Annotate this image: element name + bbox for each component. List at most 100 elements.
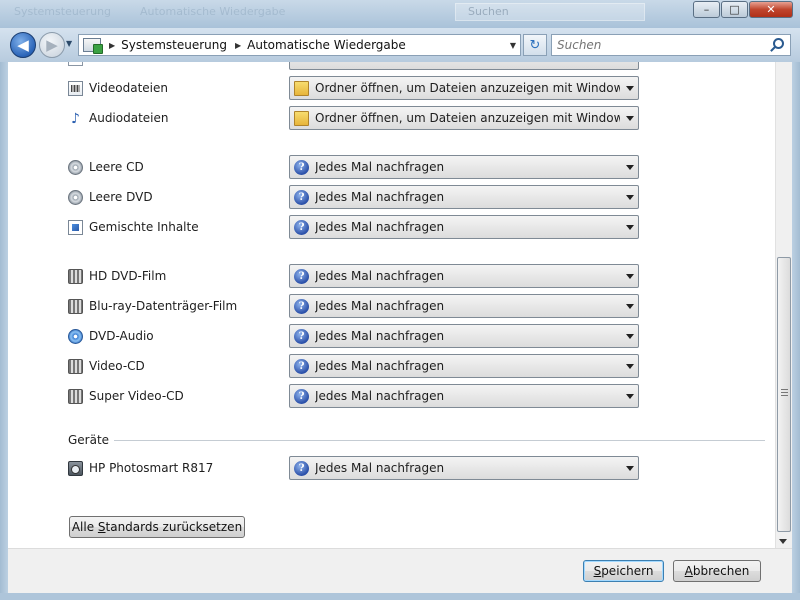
list-item-blu-ray-film: Blu-ray-Datenträger-Film ? Jedes Mal nac… xyxy=(8,294,775,320)
ghost-title-text: Automatische Wiedergabe xyxy=(140,5,286,18)
list-item-hidden xyxy=(8,62,775,72)
disc-icon xyxy=(68,160,83,175)
film-disc-icon xyxy=(68,299,83,314)
search-input[interactable] xyxy=(552,35,762,55)
scrollbar-grip-icon xyxy=(781,389,788,396)
list-item-leere-cd: Leere CD ? Jedes Mal nachfragen xyxy=(8,155,775,181)
audio-note-icon: ♪ xyxy=(71,110,80,127)
dialog-button-bar: Speichern Abbrechen xyxy=(8,548,792,593)
list-item-video-cd: Video-CD ? Jedes Mal nachfragen xyxy=(8,354,775,380)
action-select[interactable]: ? Jedes Mal nachfragen xyxy=(289,456,639,480)
action-select[interactable]: ? Jedes Mal nachfragen xyxy=(289,215,639,239)
reset-label-pre: Alle xyxy=(71,520,98,534)
search-box[interactable] xyxy=(551,34,791,56)
breadcrumb-autoplay[interactable]: Automatische Wiedergabe xyxy=(247,38,406,52)
vertical-scrollbar[interactable] xyxy=(775,62,792,548)
selected-action: Jedes Mal nachfragen xyxy=(315,220,445,234)
action-select[interactable]: Ordner öffnen, um Dateien anzuzeigen mit… xyxy=(289,76,639,100)
dropdown-arrow-icon xyxy=(626,86,634,91)
window-controls: – □ ✕ xyxy=(692,1,793,18)
reset-label-post: tandards zurücksetzen xyxy=(105,520,243,534)
selected-action: Jedes Mal nachfragen xyxy=(315,160,445,174)
device-label: HP Photosmart R817 xyxy=(89,461,214,475)
refresh-button[interactable]: ↻ xyxy=(523,34,547,56)
camera-icon xyxy=(68,461,83,476)
film-disc-icon xyxy=(68,359,83,374)
film-document-icon xyxy=(68,81,83,96)
dropdown-arrow-icon xyxy=(626,394,634,399)
list-item-leere-dvd: Leere DVD ? Jedes Mal nachfragen xyxy=(8,185,775,211)
selected-action: Jedes Mal nachfragen xyxy=(315,269,445,283)
recent-pages-dropdown[interactable]: ▼ xyxy=(66,39,72,48)
mixed-content-icon xyxy=(68,220,83,235)
selected-action: Ordner öffnen, um Dateien anzuzeigen mit… xyxy=(315,111,620,125)
media-type-label: Blu-ray-Datenträger-Film xyxy=(89,299,238,313)
forward-button[interactable]: ▶ xyxy=(39,32,65,58)
selected-action: Jedes Mal nachfragen xyxy=(315,190,445,204)
media-type-label: Super Video-CD xyxy=(89,389,184,403)
help-icon: ? xyxy=(294,358,309,374)
action-select[interactable]: ? Jedes Mal nachfragen xyxy=(289,384,639,408)
save-button[interactable]: Speichern xyxy=(583,560,664,582)
media-type-label: Leere CD xyxy=(89,160,144,174)
cancel-label-post: bbrechen xyxy=(692,564,750,578)
ghost-search-text: Suchen xyxy=(455,3,645,21)
disc-icon xyxy=(68,190,83,205)
folder-icon xyxy=(294,110,309,126)
breadcrumb-systemsteuerung[interactable]: Systemsteuerung xyxy=(121,38,227,52)
dropdown-arrow-icon xyxy=(626,466,634,471)
media-type-label: Leere DVD xyxy=(89,190,153,204)
dropdown-arrow-icon xyxy=(626,225,634,230)
list-item-hd-dvd-film: HD DVD-Film ? Jedes Mal nachfragen xyxy=(8,264,775,290)
media-type-label: Videodateien xyxy=(89,81,169,95)
list-item-gemischte-inhalte: Gemischte Inhalte ? Jedes Mal nachfragen xyxy=(8,215,775,241)
action-select[interactable]: ? Jedes Mal nachfragen xyxy=(289,185,639,209)
devices-section-header: Geräte xyxy=(68,433,110,447)
cancel-button[interactable]: Abbrechen xyxy=(673,560,761,582)
close-button[interactable]: ✕ xyxy=(749,1,793,18)
selected-action: Jedes Mal nachfragen xyxy=(315,359,445,373)
dropdown-arrow-icon xyxy=(626,116,634,121)
section-divider xyxy=(114,440,765,441)
control-panel-icon xyxy=(83,38,103,54)
action-select[interactable]: ? Jedes Mal nachfragen xyxy=(289,324,639,348)
action-select[interactable]: ? Jedes Mal nachfragen xyxy=(289,155,639,179)
search-icon[interactable] xyxy=(773,38,784,49)
dropdown-arrow-icon xyxy=(626,304,634,309)
media-type-label: HD DVD-Film xyxy=(89,269,167,283)
help-icon: ? xyxy=(294,219,309,235)
list-item-videodateien: Videodateien Ordner öffnen, um Dateien a… xyxy=(8,76,775,102)
list-item-device: HP Photosmart R817 ? Jedes Mal nachfrage… xyxy=(8,456,775,482)
address-bar[interactable]: ▶ Systemsteuerung ▶ Automatische Wiederg… xyxy=(78,34,521,56)
audio-disc-icon xyxy=(68,329,83,344)
address-dropdown-icon[interactable]: ▼ xyxy=(510,41,516,50)
help-icon: ? xyxy=(294,328,309,344)
action-select[interactable]: Ordner öffnen, um Dateien anzuzeigen mit… xyxy=(289,106,639,130)
selected-action: Ordner öffnen, um Dateien anzuzeigen mit… xyxy=(315,81,620,95)
dropdown-arrow-icon xyxy=(626,364,634,369)
back-button[interactable]: ◀ xyxy=(10,32,36,58)
reset-defaults-button[interactable]: Alle Standards zurücksetzen xyxy=(69,516,245,538)
scroll-down-arrow-icon[interactable] xyxy=(779,539,787,544)
reset-label-key: S xyxy=(97,520,106,534)
save-label-key: S xyxy=(593,564,602,578)
autoplay-settings-list: Videodateien Ordner öffnen, um Dateien a… xyxy=(8,62,775,548)
list-item-dvd-audio: DVD-Audio ? Jedes Mal nachfragen xyxy=(8,324,775,350)
action-select[interactable] xyxy=(289,62,639,70)
media-type-label: Gemischte Inhalte xyxy=(89,220,199,234)
breadcrumb-separator-icon[interactable]: ▶ xyxy=(109,41,115,50)
action-select[interactable]: ? Jedes Mal nachfragen xyxy=(289,264,639,288)
action-select[interactable]: ? Jedes Mal nachfragen xyxy=(289,354,639,378)
window-frame-right xyxy=(792,62,800,600)
list-item-audiodateien: ♪ Audiodateien Ordner öffnen, um Dateien… xyxy=(8,106,775,132)
breadcrumb-separator-icon[interactable]: ▶ xyxy=(235,41,241,50)
selected-action: Jedes Mal nachfragen xyxy=(315,299,445,313)
minimize-button[interactable]: – xyxy=(693,1,720,18)
media-type-label: DVD-Audio xyxy=(89,329,154,343)
selected-action: Jedes Mal nachfragen xyxy=(315,389,445,403)
scrollbar-thumb[interactable] xyxy=(777,257,791,532)
refresh-icon: ↻ xyxy=(529,37,541,53)
file-icon xyxy=(68,62,83,66)
action-select[interactable]: ? Jedes Mal nachfragen xyxy=(289,294,639,318)
maximize-button[interactable]: □ xyxy=(721,1,748,18)
